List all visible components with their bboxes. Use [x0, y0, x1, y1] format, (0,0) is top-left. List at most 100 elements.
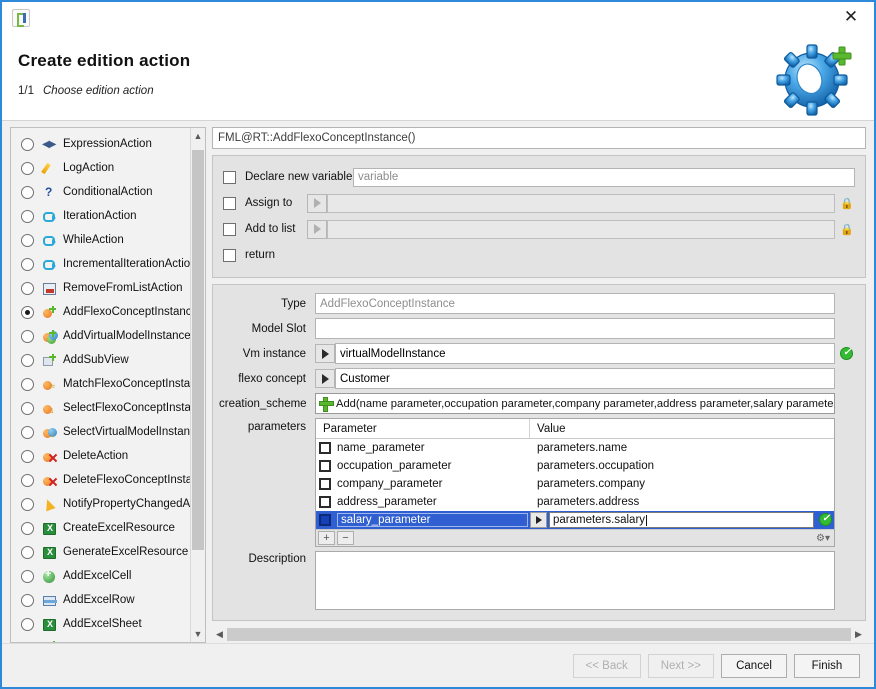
- action-item-addexcelrow[interactable]: AddExcelRow: [11, 588, 190, 612]
- assign-to-lock-icon[interactable]: 🔒: [839, 197, 855, 210]
- finish-button[interactable]: Finish: [794, 653, 860, 678]
- creation-scheme-select[interactable]: Add(name parameter,occupation parameter,…: [315, 393, 835, 414]
- value-cell[interactable]: parameters.salary: [530, 512, 834, 528]
- action-item-deleteaction[interactable]: DeleteAction: [11, 444, 190, 468]
- action-item-addflexoconceptinstance[interactable]: AddFlexoConceptInstance: [11, 300, 190, 324]
- table-row[interactable]: company_parameter parameters.company: [316, 475, 834, 493]
- action-item-conditionalaction[interactable]: ? ConditionalAction: [11, 180, 190, 204]
- flexo-concept-input[interactable]: Customer: [335, 368, 835, 389]
- expression-display[interactable]: FML@RT::AddFlexoConceptInstance(): [212, 127, 866, 149]
- action-radio[interactable]: [21, 521, 34, 535]
- action-item-addsubview[interactable]: AddSubView: [11, 348, 190, 372]
- action-radio[interactable]: [21, 305, 34, 319]
- parameter-checkbox[interactable]: [319, 514, 331, 526]
- remove-parameter-button[interactable]: −: [337, 531, 354, 545]
- action-radio[interactable]: [21, 281, 34, 295]
- add-to-list-checkbox[interactable]: [223, 222, 236, 236]
- action-item-selectflexoconceptinstance[interactable]: ↓ SelectFlexoConceptInstance: [11, 396, 190, 420]
- action-radio[interactable]: [21, 593, 34, 607]
- action-radio[interactable]: [21, 617, 34, 631]
- action-item-expressionaction[interactable]: ◀▶ ExpressionAction: [11, 132, 190, 156]
- parameter-checkbox[interactable]: [319, 496, 331, 508]
- action-item-logaction[interactable]: LogAction: [11, 156, 190, 180]
- action-item-removefromlistaction[interactable]: RemoveFromListAction: [11, 276, 190, 300]
- action-item-notifypropertychangedaction[interactable]: NotifyPropertyChangedAction: [11, 492, 190, 516]
- scroll-track[interactable]: [191, 144, 205, 626]
- scroll-left-icon[interactable]: ◀: [212, 629, 227, 640]
- action-item-whileaction[interactable]: WhileAction: [11, 228, 190, 252]
- next-button[interactable]: Next >>: [647, 653, 714, 678]
- hscroll-track[interactable]: [227, 628, 851, 641]
- table-row[interactable]: address_parameter parameters.address: [316, 493, 834, 511]
- action-radio[interactable]: [21, 209, 34, 223]
- horizontal-scrollbar[interactable]: ◀ ▶: [212, 626, 866, 643]
- scroll-up-icon[interactable]: ▲: [191, 128, 205, 144]
- value-cell[interactable]: parameters.company: [530, 478, 834, 490]
- value-cell[interactable]: parameters.name: [530, 442, 834, 454]
- action-item-deleteflexoconceptinstance[interactable]: DeleteFlexoConceptInstance: [11, 468, 190, 492]
- assign-to-play-icon[interactable]: [307, 193, 327, 213]
- action-radio[interactable]: [21, 473, 34, 487]
- action-item-addexcelsheet[interactable]: AddExcelSheet: [11, 612, 190, 636]
- action-item-addvirtualmodelinstance[interactable]: AddVirtualModelInstance: [11, 324, 190, 348]
- action-item-matchflexoconceptinstance[interactable]: ≈ MatchFlexoConceptInstance: [11, 372, 190, 396]
- action-radio[interactable]: [21, 161, 34, 175]
- scroll-right-icon[interactable]: ▶: [851, 629, 866, 640]
- vm-instance-input[interactable]: virtualModelInstance: [335, 343, 835, 364]
- value-input[interactable]: parameters.salary: [549, 512, 814, 528]
- assign-to-checkbox[interactable]: [223, 196, 236, 210]
- declare-new-variable-checkbox[interactable]: [223, 170, 236, 184]
- gear-dropdown-icon[interactable]: ⚙▾: [816, 533, 832, 544]
- column-header-parameter[interactable]: Parameter: [316, 419, 530, 438]
- action-item-selectvirtualmodelinstance[interactable]: ↓ SelectVirtualModelInstance: [11, 420, 190, 444]
- value-cell[interactable]: parameters.occupation: [530, 460, 834, 472]
- parameter-checkbox[interactable]: [319, 442, 331, 454]
- add-to-list-lock-icon[interactable]: 🔒: [839, 223, 855, 236]
- parameter-cell[interactable]: company_parameter: [316, 478, 530, 490]
- action-item-iterationaction[interactable]: IterationAction: [11, 204, 190, 228]
- variable-name-input[interactable]: variable: [353, 167, 855, 187]
- action-item-cellstyleaction[interactable]: CellStyleAction: [11, 636, 190, 642]
- flexo-concept-play-icon[interactable]: [315, 369, 335, 388]
- action-radio[interactable]: [21, 401, 34, 415]
- return-checkbox[interactable]: [223, 248, 236, 262]
- parameter-cell[interactable]: name_parameter: [316, 442, 530, 454]
- action-radio[interactable]: [21, 353, 34, 367]
- action-radio[interactable]: [21, 545, 34, 559]
- add-parameter-button[interactable]: +: [318, 531, 335, 545]
- action-radio[interactable]: [21, 377, 34, 391]
- action-radio[interactable]: [21, 497, 34, 511]
- back-button[interactable]: << Back: [572, 653, 641, 678]
- parameter-cell[interactable]: address_parameter: [316, 496, 530, 508]
- parameter-cell[interactable]: occupation_parameter: [316, 460, 530, 472]
- parameter-checkbox[interactable]: [319, 478, 331, 490]
- action-item-addexcelcell[interactable]: AddExcelCell: [11, 564, 190, 588]
- action-list-scrollbar[interactable]: ▲ ▼: [190, 128, 205, 642]
- table-row[interactable]: name_parameter parameters.name: [316, 439, 834, 457]
- value-cell[interactable]: parameters.address: [530, 496, 834, 508]
- assign-to-input[interactable]: [327, 193, 835, 213]
- table-row[interactable]: occupation_parameter parameters.occupatio…: [316, 457, 834, 475]
- column-header-value[interactable]: Value: [530, 419, 834, 438]
- description-textarea[interactable]: [315, 551, 835, 610]
- parameter-cell[interactable]: salary_parameter: [316, 513, 530, 527]
- action-radio[interactable]: [21, 641, 34, 642]
- model-slot-input[interactable]: [315, 318, 835, 339]
- cancel-button[interactable]: Cancel: [721, 653, 787, 678]
- scroll-down-icon[interactable]: ▼: [191, 626, 205, 642]
- add-to-list-input[interactable]: [327, 219, 835, 239]
- action-radio[interactable]: [21, 257, 34, 271]
- action-radio[interactable]: [21, 233, 34, 247]
- add-to-list-play-icon[interactable]: [307, 219, 327, 239]
- table-row[interactable]: salary_parameter parameters.salary: [316, 511, 834, 529]
- action-radio[interactable]: [21, 449, 34, 463]
- action-item-incrementaliterationaction[interactable]: IncrementalIterationAction: [11, 252, 190, 276]
- close-icon[interactable]: ✕: [828, 2, 874, 32]
- action-item-createexcelresource[interactable]: CreateExcelResource: [11, 516, 190, 540]
- action-radio[interactable]: [21, 137, 34, 151]
- action-radio[interactable]: [21, 425, 34, 439]
- action-list[interactable]: ◀▶ ExpressionAction LogAction? ConditionalA…: [11, 128, 190, 642]
- action-item-generateexcelresource[interactable]: GenerateExcelResource: [11, 540, 190, 564]
- action-radio[interactable]: [21, 569, 34, 583]
- vm-instance-play-icon[interactable]: [315, 344, 335, 363]
